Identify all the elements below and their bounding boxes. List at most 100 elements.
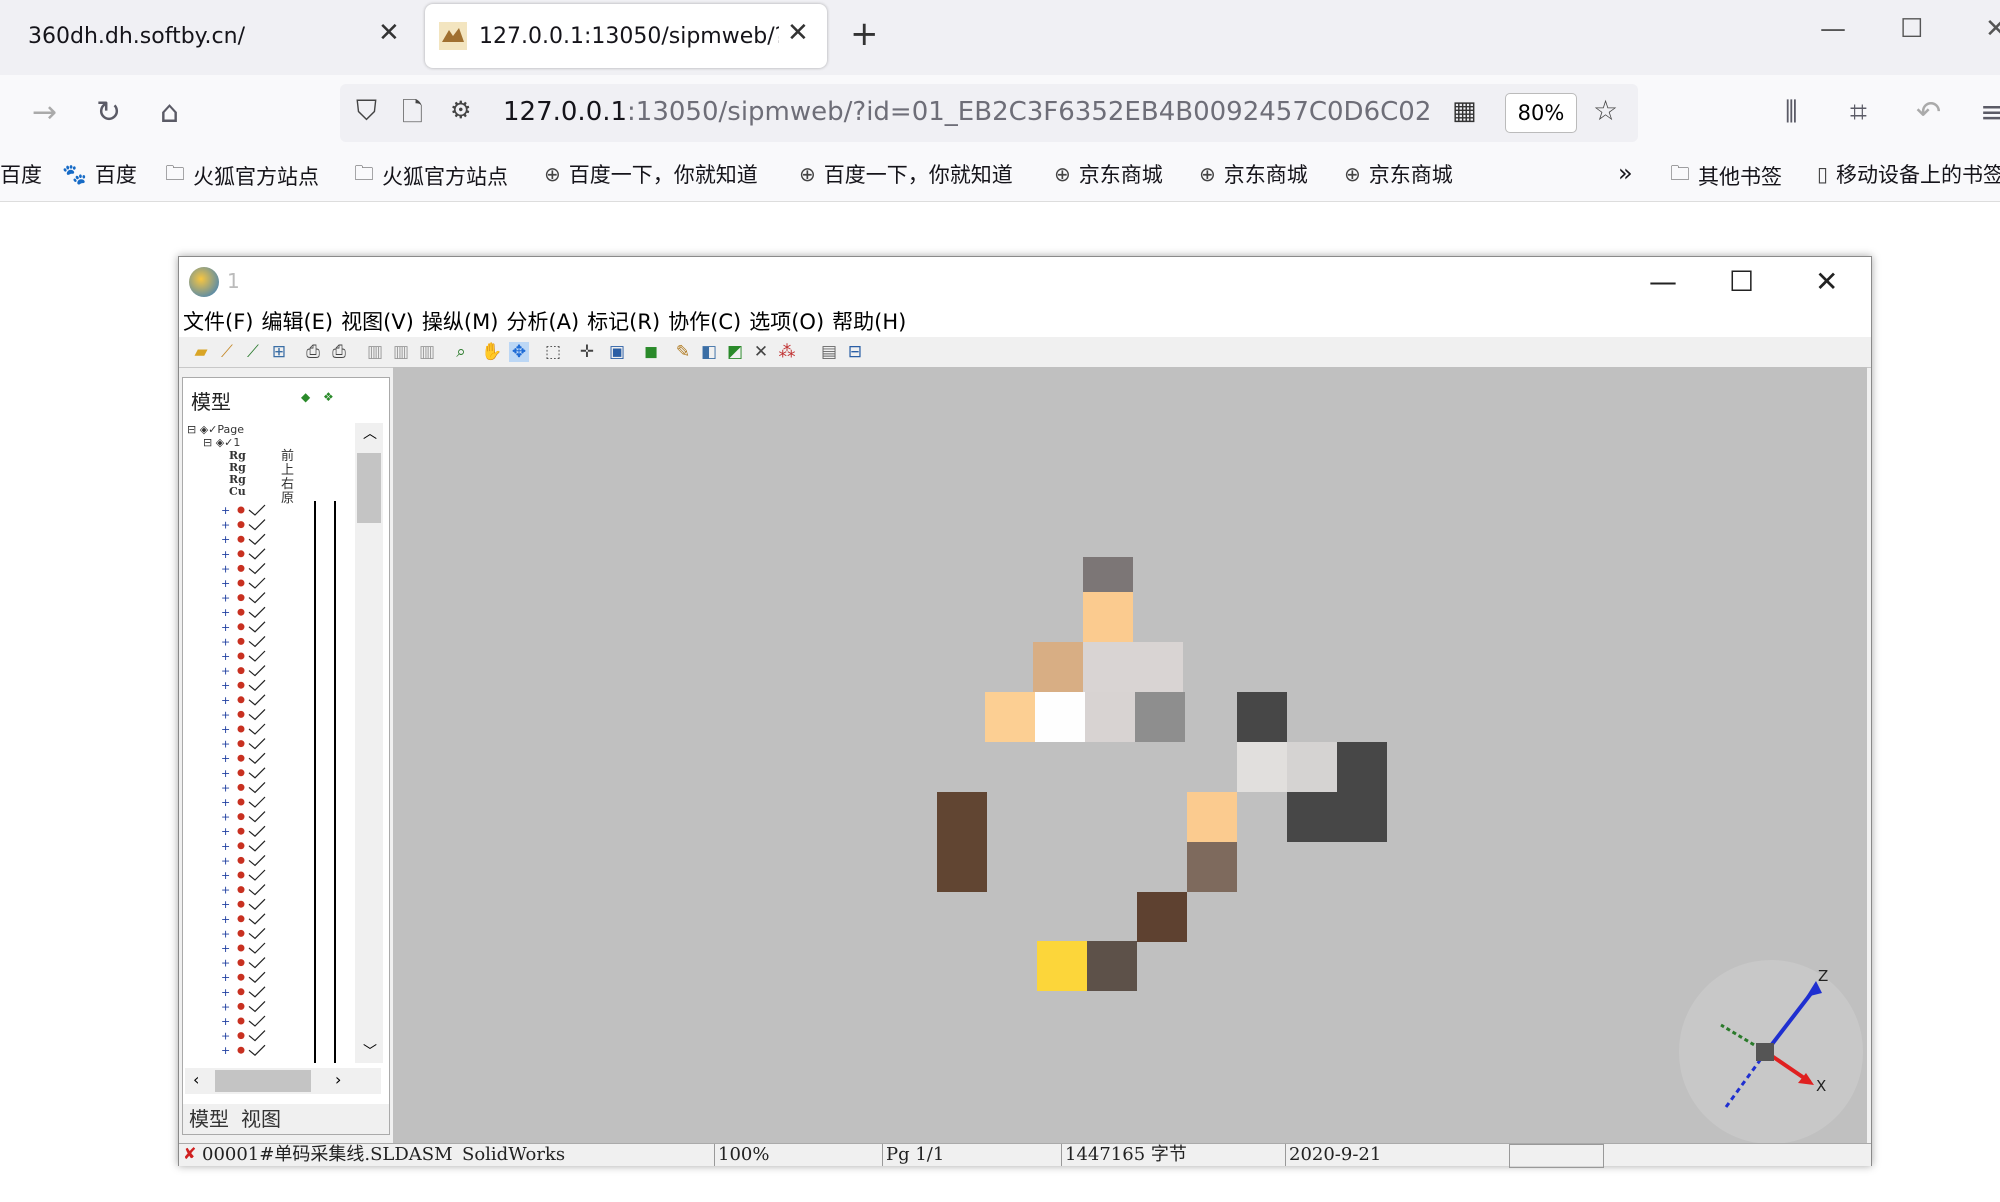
visibility-check-icon[interactable] [248,738,266,750]
print-icon[interactable]: ⎙ [303,342,323,362]
expand-icon[interactable]: + [221,650,230,663]
tree-part-row[interactable]: + [221,913,266,926]
visibility-check-icon[interactable] [248,781,266,794]
tree-part-row[interactable]: + [221,694,266,707]
layout-2-icon[interactable]: ▥ [391,342,411,362]
mobile-bookmarks[interactable]: ▯ 移动设备上的书签 [1817,159,2000,189]
visibility-check-icon[interactable] [248,913,266,925]
star-bookmark-icon[interactable]: ☆ [1593,94,1618,127]
visibility-check-icon[interactable] [248,723,266,735]
menu-collaborate[interactable]: 协作(C) [664,307,745,337]
browser-tab-2[interactable]: 127.0.0.1:13050/sipmweb/?id ✕ [425,4,827,68]
close-tab-icon[interactable]: ✕ [378,18,400,48]
bookmark-item[interactable]: 百度 [0,159,42,189]
expand-icon[interactable]: + [221,854,230,867]
visibility-check-icon[interactable] [248,884,266,896]
home-icon[interactable]: ⌂ [160,95,179,130]
visibility-check-icon[interactable] [248,957,266,969]
tree-part-row[interactable]: + [221,869,266,882]
expand-icon[interactable]: + [221,884,230,897]
forward-icon[interactable]: → [32,95,57,130]
expand-icon[interactable]: + [221,577,230,590]
visibility-check-icon[interactable] [248,606,266,619]
horizontal-scroll-thumb[interactable] [215,1070,311,1092]
shield-icon[interactable]: ⛉ [356,94,377,128]
visibility-check-icon[interactable] [248,621,266,633]
tree-part-row[interactable]: + [221,562,266,575]
visibility-check-icon[interactable] [248,854,266,867]
tab-view[interactable]: 视图 [235,1104,287,1134]
expand-icon[interactable]: + [221,971,230,984]
tree-part-row[interactable]: + [221,650,266,663]
tree-part-row[interactable]: + [221,708,266,721]
visibility-check-icon[interactable] [248,927,266,940]
measure-angle-icon[interactable]: ⟋ [243,342,263,362]
qr-code-icon[interactable]: ▦ [1452,96,1477,126]
expand-icon[interactable]: + [221,1044,230,1057]
expand-icon[interactable]: + [221,927,230,940]
menu-file[interactable]: 文件(F) [179,307,257,337]
visibility-check-icon[interactable] [248,1044,266,1057]
visibility-check-icon[interactable] [248,811,266,823]
visibility-check-icon[interactable] [248,971,266,984]
tree-part-row[interactable]: + [221,781,266,794]
expand-icon[interactable]: + [221,898,230,911]
visibility-check-icon[interactable] [248,548,266,560]
tree-horizontal-scrollbar[interactable]: ‹ › [185,1068,381,1094]
visibility-check-icon[interactable] [248,504,266,516]
menu-options[interactable]: 选项(O) [745,307,828,337]
zoom-window-icon[interactable]: ⬚ [543,342,563,362]
expand-icon[interactable]: + [221,986,230,999]
visibility-check-icon[interactable] [248,533,266,546]
tree-part-row[interactable]: + [221,592,266,605]
scroll-left-icon[interactable]: ‹ [193,1070,199,1089]
visibility-check-icon[interactable] [248,825,266,838]
visibility-check-icon[interactable] [248,1030,266,1042]
reload-icon[interactable]: ↻ [96,95,121,130]
tree-icon[interactable]: ⊞ [269,342,289,362]
other-bookmarks[interactable]: 🗀 其他书签 [1670,159,1782,193]
visibility-check-icon[interactable] [248,592,266,604]
bookmark-item[interactable]: 🐾 百度 [62,159,137,189]
panel-icon-1[interactable]: ◆ [301,390,310,404]
visibility-check-icon[interactable] [248,1015,266,1027]
library-icon[interactable]: ⫴ [1785,95,1798,130]
visibility-check-icon[interactable] [248,796,266,808]
visibility-check-icon[interactable] [248,840,266,852]
tree-part-row[interactable]: + [221,621,266,634]
visibility-check-icon[interactable] [248,635,266,648]
tree-part-row[interactable]: + [221,942,266,955]
tree-part-row[interactable]: + [221,679,266,692]
menu-analyze[interactable]: 分析(A) [502,307,583,337]
tree-part-row[interactable]: + [221,986,266,999]
tree-part-row[interactable]: + [221,504,266,517]
app-maximize-icon[interactable]: ☐ [1729,265,1754,298]
visibility-check-icon[interactable] [248,679,266,692]
ruler-icon[interactable]: ⊟ [845,342,865,362]
url-text[interactable]: 127.0.0.1:13050/sipmweb/?id=01_EB2C3F635… [503,97,1433,127]
expand-icon[interactable]: + [221,1000,230,1013]
bookmark-item[interactable]: ⊕ 京东商城 [1199,159,1308,189]
tree-part-row[interactable]: + [221,1000,266,1013]
tree-part-row[interactable]: + [221,767,266,780]
scroll-right-icon[interactable]: › [335,1070,341,1089]
expand-icon[interactable]: + [221,825,230,838]
expand-icon[interactable]: + [221,1030,230,1043]
menu-help[interactable]: 帮助(H) [828,307,910,337]
tree-part-row[interactable]: + [221,854,266,867]
url-bar[interactable]: ⛉ 🗋 ⚙ 127.0.0.1:13050/sipmweb/?id=01_EB2… [340,84,1638,142]
bookmark-item[interactable]: ⊕ 京东商城 [1054,159,1163,189]
menu-markup[interactable]: 标记(R) [583,307,664,337]
tree-part-row[interactable]: + [221,1030,266,1043]
expand-icon[interactable]: + [221,752,230,765]
expand-icon[interactable]: + [221,679,230,692]
3d-viewport[interactable]: Z X [393,367,1867,1147]
tree-part-row[interactable]: + [221,840,266,853]
visibility-check-icon[interactable] [248,665,266,677]
layout-1-icon[interactable]: ▥ [365,342,385,362]
tree-part-row[interactable]: + [221,577,266,590]
expand-icon[interactable]: + [221,694,230,707]
expand-icon[interactable]: + [221,621,230,634]
menu-edit[interactable]: 编辑(E) [257,307,337,337]
close-window-icon[interactable]: ✕ [1985,14,2000,44]
